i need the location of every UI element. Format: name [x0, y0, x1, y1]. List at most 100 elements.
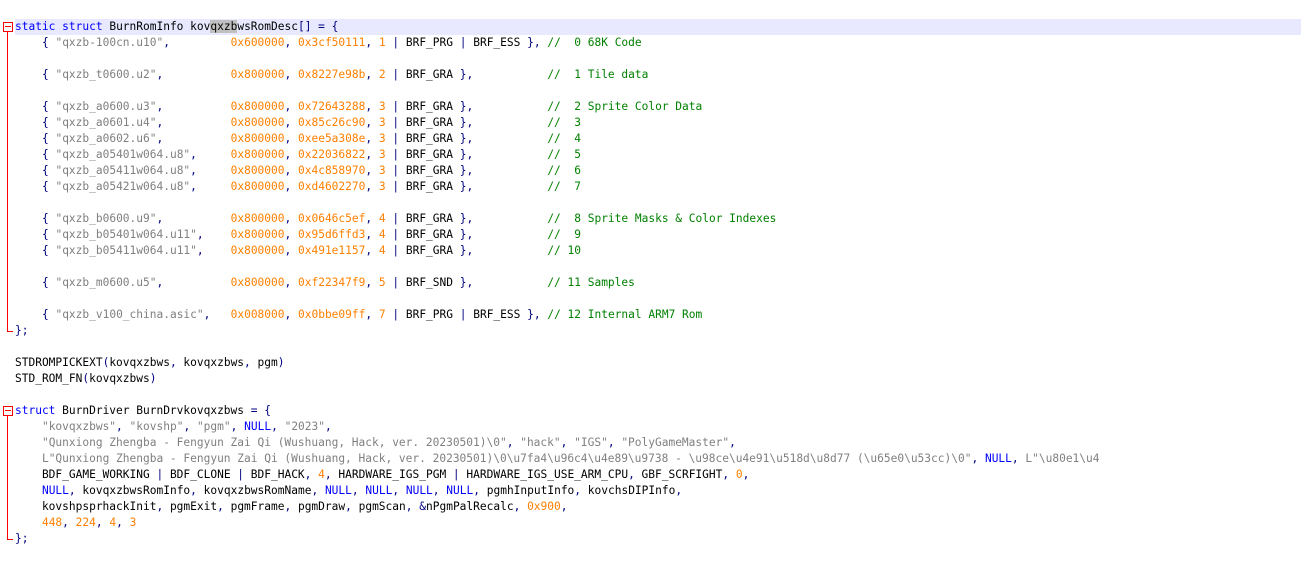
operator-token: ,	[675, 484, 683, 497]
code-line[interactable]: { "qxzb_v100_china.asic", 0x008000, 0x0b…	[15, 307, 702, 323]
operator-token: {	[41, 308, 49, 321]
code-line[interactable]: NULL, kovqxzbwsRomInfo, kovqxzbwsRomName…	[15, 483, 682, 499]
operator-token: ,	[345, 500, 352, 513]
string-token: "qxzb_a05421w064.u8"	[55, 180, 191, 193]
code-line[interactable]: { "qxzb_b05411w064.u11", 0x800000, 0x491…	[15, 243, 581, 259]
code-line[interactable]: { "qxzb_a05421w064.u8", 0x800000, 0xd460…	[15, 179, 581, 195]
plain-token: GBF_SCRFIGHT	[634, 468, 723, 481]
code-line[interactable]: { "qxzb_t0600.u2", 0x800000, 0x8227e98b,…	[15, 67, 648, 83]
operator-token: |	[452, 468, 460, 481]
operator-token: ,	[196, 228, 204, 241]
string-token: L"\u80e1\u4	[1025, 452, 1100, 465]
operator-token: ,	[628, 468, 635, 481]
code-line[interactable]: struct BurnDriver BurnDrvkovqxzbws = {	[15, 403, 271, 419]
operator-token: },	[459, 228, 474, 241]
plain-token: BurnRomInfo kov	[102, 20, 211, 33]
number-token: 0x800000	[230, 164, 285, 177]
plain-token: pgmDraw	[291, 500, 346, 513]
keyword-token: NULL	[365, 484, 393, 497]
keyword-token: NULL	[41, 484, 69, 497]
plain-token: HARDWARE_IGS_PGM	[331, 468, 453, 481]
code-line[interactable]: "Qunxiong Zhengba - Fengyun Zai Qi (Wush…	[15, 435, 736, 451]
plain-token: pgmFrame	[223, 500, 285, 513]
code-line[interactable]: { "qxzb_a0600.u3", 0x800000, 0x72643288,…	[15, 99, 702, 115]
number-token: 0x0646c5ef	[298, 212, 366, 225]
plain-token: BRF_GRA	[399, 228, 460, 241]
fold-collapse-icon[interactable]	[3, 406, 13, 416]
code-line[interactable]: { "qxzb_a05401w064.u8", 0x800000, 0x2203…	[15, 147, 581, 163]
plain-token: kovqxzbwsRomName	[196, 484, 312, 497]
operator-token: },	[527, 308, 541, 321]
plain-token: BRF_GRA	[399, 244, 460, 257]
plain-token: BurnDriver BurnDrvkovqxzbws	[55, 404, 251, 417]
code-line[interactable]: { "qxzb_a0602.u6", 0x800000, 0xee5a308e,…	[15, 131, 581, 147]
code-line[interactable]: { "qxzb_b0600.u9", 0x800000, 0x0646c5ef,…	[15, 211, 776, 227]
operator-token: {	[41, 212, 49, 225]
number-token: 3	[378, 164, 386, 177]
plain-token: kovqxzbws	[109, 356, 170, 369]
number-token: 224	[75, 516, 96, 529]
operator-token: {	[41, 36, 49, 49]
keyword-token: NULL	[244, 420, 272, 433]
number-token: 0	[735, 468, 743, 481]
plain-token: BDF_CLONE	[163, 468, 238, 481]
code-line[interactable]: STD_ROM_FN(kovqxzbws)	[15, 371, 156, 387]
code-editor[interactable]: static struct BurnRomInfo kovqxzbwsRomDe…	[0, 0, 1301, 570]
operator-token: ,	[473, 484, 480, 497]
code-line[interactable]: { "qxzb_a05411w064.u8", 0x800000, 0x4c85…	[15, 163, 581, 179]
number-token: 0x8227e98b	[298, 68, 366, 81]
code-line[interactable]: { "qxzb-100cn.u10", 0x600000, 0x3cf50111…	[15, 35, 642, 51]
code-line[interactable]: BDF_GAME_WORKING | BDF_CLONE | BDF_HACK,…	[15, 467, 749, 483]
code-line[interactable]: { "qxzb_m0600.u5", 0x800000, 0xf22347f9,…	[15, 275, 635, 291]
number-token: 0x800000	[230, 116, 285, 129]
operator-token: {	[41, 244, 49, 257]
string-token: "PolyGameMaster"	[621, 436, 730, 449]
number-token: 0x491e1157	[298, 244, 366, 257]
comment-token: // 4	[547, 132, 581, 145]
plain-token: kovqxzbws	[89, 372, 150, 385]
code-line[interactable]: "kovqxzbws", "kovshp", "pgm", NULL, "202…	[15, 419, 332, 435]
code-line[interactable]: kovshpsprhackInit, pgmExit, pgmFrame, pg…	[15, 499, 568, 515]
code-line[interactable]: { "qxzb_b05401w064.u11", 0x800000, 0x95d…	[15, 227, 581, 243]
code-line[interactable]: };	[15, 531, 28, 547]
number-token: 0x800000	[230, 148, 285, 161]
code-line[interactable]: { "qxzb_a0601.u4", 0x800000, 0x85c26c90,…	[15, 115, 581, 131]
operator-token: ,	[116, 420, 123, 433]
plain-token: BRF_SND	[399, 276, 460, 289]
code-line[interactable]: L"Qunxiong Zhengba - Fengyun Zai Qi (Wus…	[15, 451, 1100, 467]
code-line[interactable]: 448, 224, 4, 3	[15, 515, 136, 531]
plain-token: pgmhInputInfo	[480, 484, 575, 497]
code-line[interactable]: };	[15, 323, 28, 339]
operator-token: [] = {	[297, 20, 339, 33]
number-token: 3	[378, 116, 386, 129]
operator-token: ,	[560, 500, 568, 513]
code-line[interactable]: static struct BurnRomInfo kovqxzbwsRomDe…	[15, 19, 1301, 35]
code-line[interactable]: STDROMPICKEXT(kovqxzbws, kovqxzbws, pgm)	[15, 355, 285, 371]
fold-collapse-icon[interactable]	[3, 22, 13, 32]
plain-token: STD_ROM_FN	[15, 372, 83, 385]
string-token: "qxzb_a0601.u4"	[55, 116, 157, 129]
